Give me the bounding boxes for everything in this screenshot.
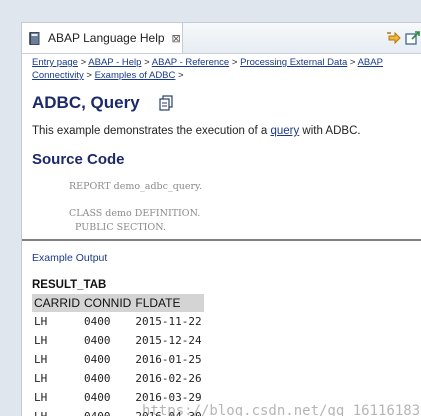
code-line: PUBLIC SECTION.	[69, 221, 166, 233]
column-header: CARRID	[32, 294, 83, 312]
page-title: ADBC, Query	[32, 93, 140, 112]
copy-icon[interactable]	[158, 95, 174, 111]
table-row: LH 0400 2016-02-26	[34, 372, 202, 385]
result-table: CARRID CONNID FLDATE LH 0400 2015-11-22 …	[32, 294, 204, 416]
source-code-block: REPORT demo_adbc_query. CLASS demo DEFINI…	[69, 180, 202, 234]
table-row: LH 0400 2016-01-25	[34, 353, 202, 366]
splitter[interactable]	[22, 239, 421, 241]
breadcrumb-entry-page[interactable]: Entry page	[32, 57, 78, 68]
breadcrumb: Entry page > ABAP - Help > ABAP - Refere…	[32, 57, 383, 81]
breadcrumb-abap[interactable]: ABAP	[358, 57, 383, 68]
column-header: FLDATE	[133, 294, 204, 312]
result-table-title: RESULT_TAB	[32, 279, 107, 291]
book-icon	[29, 31, 40, 45]
breadcrumb-abap-reference[interactable]: ABAP - Reference	[152, 57, 229, 68]
table-row: LH 0400 2015-11-22	[34, 315, 202, 328]
open-external-icon[interactable]	[405, 30, 421, 46]
code-line: REPORT demo_adbc_query.	[69, 181, 203, 192]
source-code-heading: Source Code	[32, 151, 125, 168]
intro-text: This example demonstrates the execution …	[32, 125, 361, 137]
example-output-label: Example Output	[32, 252, 108, 264]
help-view: ABAP Language Help ⊠ Entry page > ABAP -…	[21, 22, 421, 416]
table-row: LH 0400 2015-12-24	[34, 334, 202, 347]
breadcrumb-processing-external-data[interactable]: Processing External Data	[240, 57, 347, 68]
close-icon[interactable]: ⊠	[172, 32, 181, 45]
breadcrumb-abap-help[interactable]: ABAP - Help	[88, 57, 141, 68]
page-title-row: ADBC, Query	[32, 93, 174, 113]
column-header: CONNID	[82, 294, 134, 312]
code-line: CLASS demo DEFINITION.	[69, 208, 201, 219]
link-with-editor-icon[interactable]	[386, 30, 402, 46]
breadcrumb-examples-of-adbc[interactable]: Examples of ADBC	[95, 70, 176, 81]
watermark: https://blog.csdn.net/qq_16116183	[142, 403, 421, 416]
tab-abap-language-help[interactable]: ABAP Language Help ⊠	[22, 23, 183, 53]
table-header-row: CARRID CONNID FLDATE	[32, 294, 204, 312]
view-tab-bar: ABAP Language Help ⊠	[22, 23, 421, 54]
breadcrumb-connectivity[interactable]: Connectivity	[32, 70, 84, 81]
tab-title: ABAP Language Help	[48, 31, 165, 45]
query-link[interactable]: query	[270, 125, 299, 137]
